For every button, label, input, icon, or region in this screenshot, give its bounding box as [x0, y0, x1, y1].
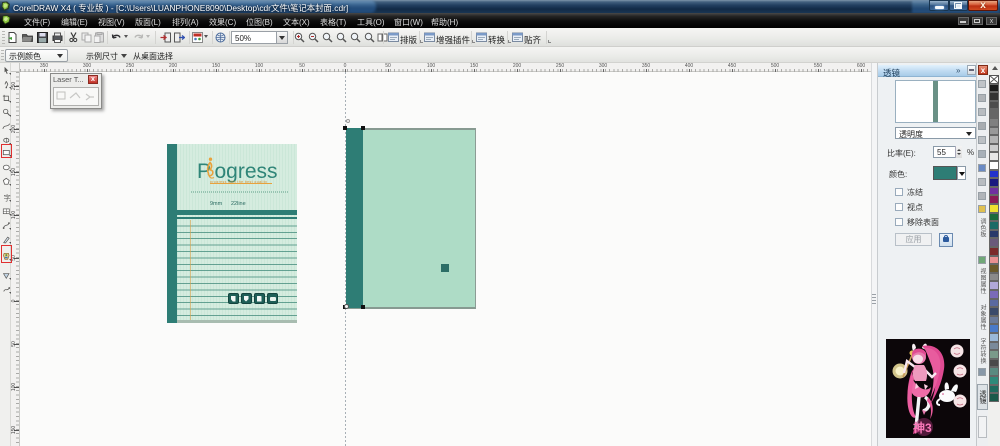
svg-text:神3: 神3 [913, 420, 932, 435]
